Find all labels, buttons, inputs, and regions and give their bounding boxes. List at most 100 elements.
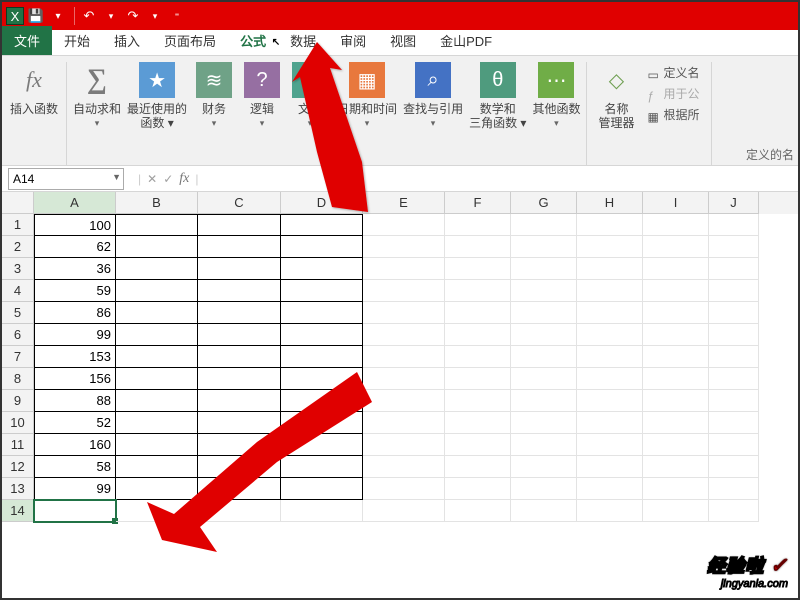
cell[interactable]	[643, 258, 709, 280]
col-header-H[interactable]: H	[577, 192, 643, 214]
cell[interactable]	[198, 478, 281, 500]
col-header-F[interactable]: F	[445, 192, 511, 214]
cell[interactable]	[363, 236, 445, 258]
redo-drop-icon[interactable]: ▾	[145, 6, 165, 26]
cell[interactable]	[116, 302, 198, 324]
lookup-button[interactable]: ⌕ 查找与引用▾	[401, 62, 465, 130]
row-header[interactable]: 4	[2, 280, 34, 302]
cell[interactable]	[709, 390, 759, 412]
tab-data[interactable]: 数据	[278, 27, 328, 55]
row-header[interactable]: 1	[2, 214, 34, 236]
cell[interactable]	[643, 500, 709, 522]
cell[interactable]	[445, 324, 511, 346]
cell[interactable]	[643, 280, 709, 302]
cell[interactable]	[116, 236, 198, 258]
cell[interactable]	[363, 258, 445, 280]
row-header[interactable]: 7	[2, 346, 34, 368]
cell[interactable]	[281, 302, 363, 324]
cell[interactable]: 156	[34, 368, 116, 390]
cell[interactable]	[198, 456, 281, 478]
datetime-button[interactable]: ▦ 日期和时间▾	[335, 62, 399, 130]
cell[interactable]	[577, 302, 643, 324]
cell[interactable]	[363, 500, 445, 522]
from-selection-button[interactable]: ▦根据所	[647, 106, 699, 123]
cell[interactable]	[445, 258, 511, 280]
cell[interactable]	[198, 236, 281, 258]
cell[interactable]	[281, 456, 363, 478]
cell[interactable]	[363, 456, 445, 478]
cell[interactable]	[198, 390, 281, 412]
cell[interactable]	[577, 280, 643, 302]
tab-formulas[interactable]: 公式↖	[228, 27, 278, 55]
cell[interactable]	[511, 390, 577, 412]
cell[interactable]	[198, 302, 281, 324]
save-icon[interactable]: 💾	[26, 6, 46, 26]
insert-function-button[interactable]: fx 插入函数	[8, 62, 60, 116]
row-header[interactable]: 10	[2, 412, 34, 434]
cell[interactable]	[445, 214, 511, 236]
cell[interactable]: 99	[34, 478, 116, 500]
cell[interactable]	[281, 412, 363, 434]
cell[interactable]	[281, 434, 363, 456]
cell[interactable]	[709, 236, 759, 258]
cell[interactable]	[643, 324, 709, 346]
formula-input[interactable]	[198, 168, 798, 190]
financial-button[interactable]: ≋ 财务▾	[191, 62, 237, 130]
cell[interactable]	[511, 456, 577, 478]
cell[interactable]	[709, 434, 759, 456]
cell[interactable]	[511, 302, 577, 324]
cell[interactable]	[511, 324, 577, 346]
cell[interactable]	[577, 346, 643, 368]
use-in-formula-button[interactable]: ƒ用于公	[647, 85, 699, 102]
math-button[interactable]: θ 数学和三角函数 ▾	[467, 62, 528, 130]
cell[interactable]	[281, 346, 363, 368]
tab-review[interactable]: 审阅	[328, 27, 378, 55]
tab-home[interactable]: 开始	[52, 27, 102, 55]
col-header-A[interactable]: A	[34, 192, 116, 214]
cell[interactable]	[511, 214, 577, 236]
col-header-J[interactable]: J	[709, 192, 759, 214]
cell[interactable]	[577, 324, 643, 346]
cell[interactable]	[116, 346, 198, 368]
cell[interactable]	[709, 368, 759, 390]
autosum-button[interactable]: ∑ 自动求和▾	[71, 62, 123, 130]
logical-button[interactable]: ? 逻辑▾	[239, 62, 285, 130]
cell[interactable]	[445, 478, 511, 500]
cell[interactable]: 100	[34, 214, 116, 236]
cell[interactable]: 52	[34, 412, 116, 434]
cell[interactable]	[445, 456, 511, 478]
cell[interactable]	[445, 368, 511, 390]
name-box[interactable]: A14 ▼	[8, 168, 124, 190]
row-header[interactable]: 14	[2, 500, 34, 522]
more-functions-button[interactable]: ⋯ 其他函数▾	[530, 62, 582, 130]
cell[interactable]	[643, 214, 709, 236]
cell[interactable]	[116, 258, 198, 280]
row-header[interactable]: 9	[2, 390, 34, 412]
cell[interactable]	[445, 280, 511, 302]
row-header[interactable]: 8	[2, 368, 34, 390]
cell[interactable]	[445, 346, 511, 368]
cell[interactable]	[198, 368, 281, 390]
cell[interactable]	[198, 412, 281, 434]
cell[interactable]	[511, 258, 577, 280]
cell[interactable]: 88	[34, 390, 116, 412]
cell[interactable]	[281, 390, 363, 412]
col-header-I[interactable]: I	[643, 192, 709, 214]
cell[interactable]	[116, 368, 198, 390]
cell[interactable]	[281, 500, 363, 522]
cell[interactable]	[363, 324, 445, 346]
cell[interactable]	[363, 434, 445, 456]
cell[interactable]	[198, 500, 281, 522]
cell[interactable]: 59	[34, 280, 116, 302]
cell[interactable]	[198, 214, 281, 236]
cell[interactable]	[445, 434, 511, 456]
cell[interactable]	[511, 500, 577, 522]
select-all-corner[interactable]	[2, 192, 34, 214]
tab-page-layout[interactable]: 页面布局	[152, 27, 228, 55]
worksheet[interactable]: A B C D E F G H I J 11002623364595866997…	[2, 192, 798, 598]
cell[interactable]	[281, 236, 363, 258]
cell[interactable]	[116, 214, 198, 236]
cell[interactable]: 58	[34, 456, 116, 478]
cell[interactable]	[363, 302, 445, 324]
cell[interactable]	[198, 324, 281, 346]
